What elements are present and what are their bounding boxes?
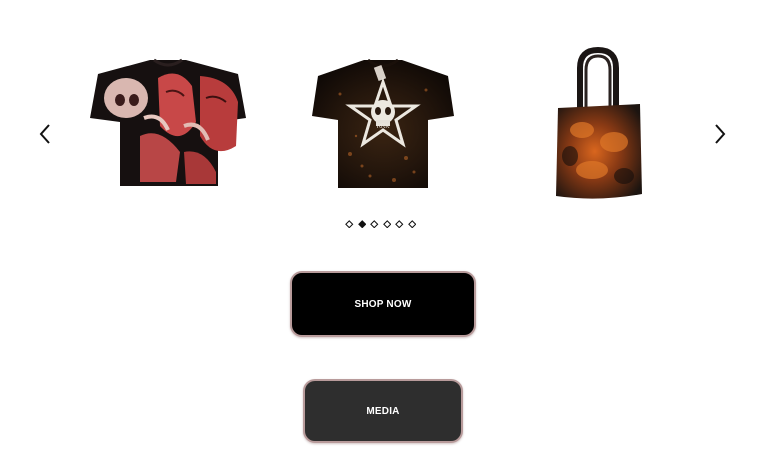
diamond-outline-icon <box>382 219 391 229</box>
shop-now-button[interactable]: SHOP NOW <box>290 271 476 337</box>
carousel-dot[interactable] <box>345 219 354 229</box>
diamond-outline-icon <box>345 219 354 229</box>
carousel-slide-tote-bag[interactable] <box>552 46 644 202</box>
media-button[interactable]: MEDIA <box>303 379 463 443</box>
carousel-dot[interactable] <box>407 219 417 229</box>
diamond-outline-icon <box>407 219 416 229</box>
skull-star-tshirt-icon: RRK <box>312 58 454 188</box>
carousel-dot[interactable] <box>357 219 367 229</box>
carousel-slide-tshirt-graphic[interactable] <box>88 56 248 190</box>
tote-bag-icon <box>556 46 642 199</box>
product-carousel: RRK <box>0 0 773 240</box>
diamond-outline-icon <box>395 219 404 229</box>
svg-text:RRK: RRK <box>377 124 390 130</box>
carousel-dot[interactable] <box>395 219 404 229</box>
carousel-slide-tshirt-skull[interactable]: RRK <box>310 54 456 192</box>
carousel-dot[interactable] <box>370 219 379 229</box>
diamond-filled-icon <box>357 219 366 229</box>
carousel-prev-button[interactable] <box>33 120 57 148</box>
diamond-outline-icon <box>370 219 379 229</box>
chevron-left-icon <box>39 124 50 144</box>
graphic-tshirt-icon <box>90 58 246 186</box>
carousel-next-button[interactable] <box>708 120 732 148</box>
chevron-right-icon <box>715 124 726 144</box>
carousel-dot[interactable] <box>382 219 392 229</box>
carousel-pagination <box>345 218 416 230</box>
